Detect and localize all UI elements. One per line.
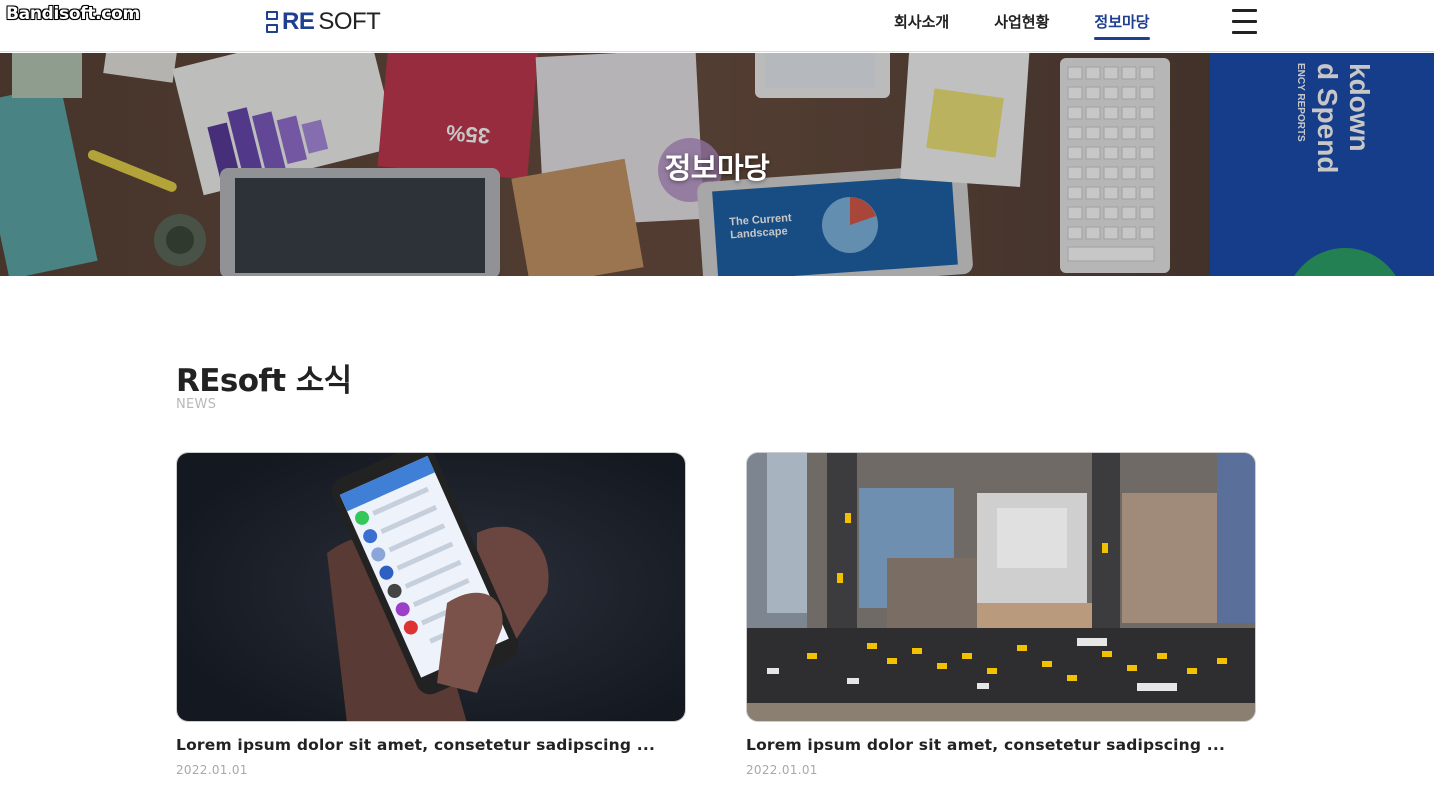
section-subtitle: NEWS bbox=[176, 397, 217, 412]
nav-item-info[interactable]: 정보마당 bbox=[1094, 12, 1150, 40]
nav-item-business[interactable]: 사업현황 bbox=[994, 12, 1049, 40]
main-nav: 회사소개 사업현황 정보마당 bbox=[894, 12, 1150, 40]
city-aerial-street-photo bbox=[747, 453, 1255, 721]
logo-text-re: RE bbox=[282, 8, 315, 35]
hero-title: 정보마당 bbox=[664, 151, 770, 185]
news-card[interactable]: Lorem ipsum dolor sit amet, consetetur s… bbox=[746, 452, 1256, 777]
news-card-title[interactable]: Lorem ipsum dolor sit amet, consetetur s… bbox=[176, 736, 686, 754]
site-header: RE SOFT 회사소개 사업현황 정보마당 bbox=[0, 0, 1434, 52]
hand-holding-smartphone-photo bbox=[177, 453, 685, 721]
news-card[interactable]: Lorem ipsum dolor sit amet, consetetur s… bbox=[176, 452, 686, 777]
section-title: REsoft 소식 bbox=[176, 363, 352, 399]
hero-banner: 35% The Current Landscape kdown d Spend … bbox=[0, 53, 1434, 276]
logo-text-soft: SOFT bbox=[318, 8, 381, 35]
logo[interactable]: RE SOFT bbox=[266, 8, 381, 35]
news-card-date: 2022.01.01 bbox=[176, 763, 248, 777]
nav-item-company[interactable]: 회사소개 bbox=[894, 12, 949, 40]
watermark: Bandisoft.com bbox=[6, 4, 140, 24]
news-card-image[interactable] bbox=[746, 452, 1256, 722]
news-card-title[interactable]: Lorem ipsum dolor sit amet, consetetur s… bbox=[746, 736, 1256, 754]
news-card-image[interactable] bbox=[176, 452, 686, 722]
hamburger-menu-icon[interactable] bbox=[1232, 9, 1257, 34]
logo-mark-icon bbox=[266, 11, 278, 33]
news-card-date: 2022.01.01 bbox=[746, 763, 818, 777]
